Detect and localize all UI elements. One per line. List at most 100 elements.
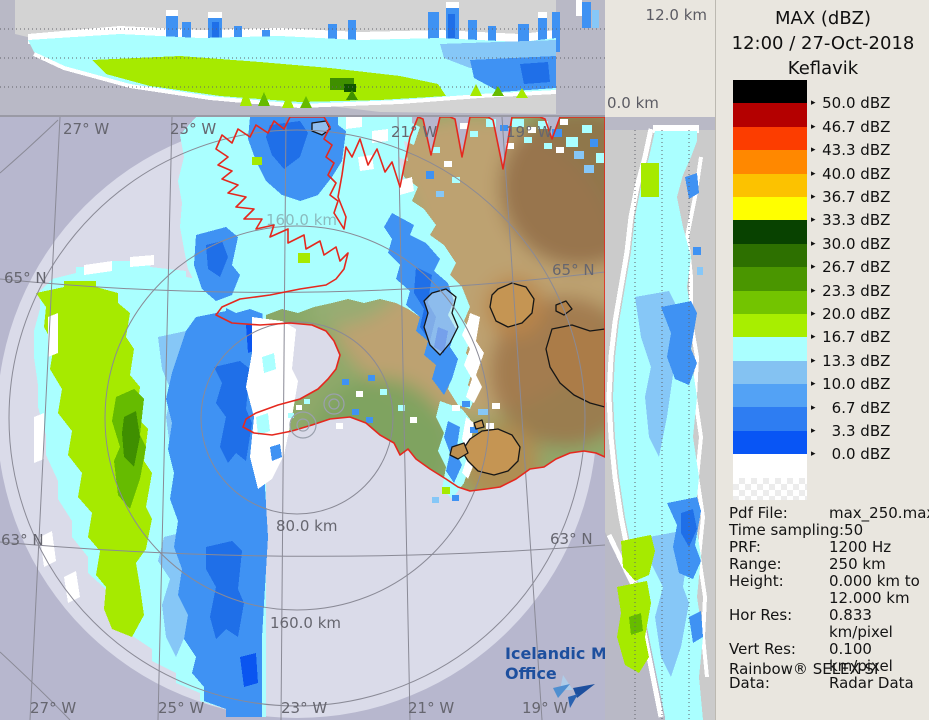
tick-arrow-icon: ▸ bbox=[811, 332, 816, 343]
metadata-row: Height: 0.000 km to bbox=[729, 573, 924, 590]
tick-arrow-icon: ▸ bbox=[811, 285, 816, 296]
colorbar-swatch bbox=[733, 407, 807, 431]
lat-label: 63° N bbox=[1, 531, 44, 549]
tick-arrow-icon: ▸ bbox=[811, 121, 816, 132]
colorbar-label: ▸ 16.7 dBZ bbox=[811, 328, 891, 347]
imo-logo-text-2: Office bbox=[505, 664, 557, 683]
colorbar-label: ▸ 10.0 dBZ bbox=[811, 375, 891, 394]
metadata-label: Hor Res: bbox=[729, 606, 793, 624]
imo-logo-text-1: Icelandic Met bbox=[505, 644, 605, 663]
lat-label: 65° N bbox=[4, 269, 47, 287]
colorbar-swatch bbox=[733, 337, 807, 361]
tick-arrow-icon: ▸ bbox=[811, 168, 816, 179]
metadata-row: Time sampling: 50 bbox=[729, 522, 924, 539]
tick-arrow-icon: ▸ bbox=[811, 98, 816, 109]
lon-label: 25° W bbox=[158, 699, 204, 717]
lon-label: 27° W bbox=[30, 699, 76, 717]
legend-panel: MAX (dBZ) 12:00 / 27-Oct-2018 Keflavik ▸… bbox=[715, 0, 929, 720]
colorbar-below-threshold bbox=[733, 454, 807, 479]
lon-label: 27° W bbox=[63, 120, 109, 138]
colorbar-swatch bbox=[733, 220, 807, 244]
colorbar-swatch bbox=[733, 150, 807, 174]
tick-arrow-icon: ▸ bbox=[811, 355, 816, 366]
metadata-label: Time sampling: bbox=[729, 521, 845, 539]
colorbar-swatch bbox=[733, 313, 807, 338]
colorbar-label: ▸ 33.3 dBZ bbox=[811, 211, 891, 230]
colorbar-swatch bbox=[733, 173, 807, 197]
colorbar-swatch bbox=[733, 126, 807, 151]
metadata-row: 12.000 km bbox=[729, 590, 924, 607]
radar-app-window: 12.0 km 0.0 km 27° W 25° W 21° W 19° W 2… bbox=[0, 0, 929, 720]
metadata-value: 0.833 km/pixel bbox=[829, 606, 893, 641]
colorbar-label: ▸ 43.3 dBZ bbox=[811, 141, 891, 160]
colorbar-label: ▸ 13.3 dBZ bbox=[811, 351, 891, 370]
colorbar-swatch bbox=[733, 290, 807, 314]
tick-arrow-icon: ▸ bbox=[811, 262, 816, 273]
metadata-value: 1200 Hz bbox=[829, 538, 892, 556]
metadata-value: 12.000 km bbox=[829, 589, 910, 607]
metadata-label: PRF: bbox=[729, 538, 761, 556]
software-brand: Rainbow® SELEX-SI bbox=[729, 660, 879, 678]
colorbar-label: ▸ 26.7 dBZ bbox=[811, 258, 891, 277]
colorbar-swatch bbox=[733, 243, 807, 268]
product-title: MAX (dBZ) bbox=[774, 8, 872, 29]
tick-arrow-icon: ▸ bbox=[811, 379, 816, 390]
colorbar-swatch bbox=[733, 196, 807, 221]
lon-label: 19° W bbox=[522, 699, 568, 717]
lon-label: 25° W bbox=[170, 120, 216, 138]
colorbar-swatch bbox=[733, 384, 807, 408]
tick-arrow-icon: ▸ bbox=[811, 238, 816, 249]
colorbar-swatch bbox=[733, 80, 807, 104]
colorbar-swatch bbox=[733, 267, 807, 291]
metadata-row: Range: 250 km bbox=[729, 556, 924, 573]
metadata-label: Pdf File: bbox=[729, 504, 788, 522]
axis-top-label: 12.0 km bbox=[645, 6, 707, 24]
metadata-value: 0.000 km to bbox=[829, 572, 920, 590]
tick-arrow-icon: ▸ bbox=[811, 215, 816, 226]
station-name: Keflavik bbox=[787, 58, 859, 79]
tick-arrow-icon: ▸ bbox=[811, 402, 816, 413]
lon-label: 21° W bbox=[391, 123, 437, 141]
metadata-row: Pdf File: max_250.max bbox=[729, 504, 929, 522]
colorbar-swatch bbox=[733, 103, 807, 127]
legend-title-block: MAX (dBZ) 12:00 / 27-Oct-2018 Keflavik bbox=[716, 6, 929, 81]
metadata-row: PRF: 1200 Hz bbox=[729, 539, 924, 556]
colorbar-label: ▸ 0.0 dBZ bbox=[811, 445, 891, 464]
range-ring-label: 80.0 km bbox=[276, 517, 337, 535]
side-cross-section-panel bbox=[605, 117, 715, 720]
lon-label: 23° W bbox=[281, 699, 327, 717]
colorbar-label: ▸ 6.7 dBZ bbox=[811, 398, 891, 417]
colorbar-transparency-checker bbox=[733, 478, 807, 501]
range-ring-label: 160.0 km bbox=[270, 614, 341, 632]
tick-arrow-icon: ▸ bbox=[811, 449, 816, 460]
lat-label: 65° N bbox=[552, 261, 595, 279]
radar-map: 27° W 25° W 21° W 19° W 27° W 25° W 23° … bbox=[0, 117, 605, 720]
colorbar-label: ▸ 23.3 dBZ bbox=[811, 281, 891, 300]
colorbar-label: ▸ 3.3 dBZ bbox=[811, 422, 891, 440]
timestamp: 12:00 / 27-Oct-2018 bbox=[731, 33, 915, 54]
colorbar-label: ▸ 40.0 dBZ bbox=[811, 164, 891, 183]
colorbar-label: ▸ 36.7 dBZ bbox=[811, 188, 891, 206]
metadata-row: Hor Res: 0.833 km/pixel bbox=[729, 607, 924, 641]
colorbar-label: ▸ 30.0 dBZ bbox=[811, 234, 891, 253]
lon-label: 19° W bbox=[506, 123, 552, 141]
metadata-value: 50 bbox=[844, 521, 864, 539]
colorbar-label: ▸ 20.0 dBZ bbox=[811, 305, 891, 323]
lat-label: 63° N bbox=[550, 530, 593, 548]
range-ring-label: 160.0 km bbox=[266, 211, 337, 229]
lon-label: 21° W bbox=[408, 699, 454, 717]
metadata-value: 250 km bbox=[829, 555, 886, 573]
metadata-label bbox=[729, 590, 829, 607]
tick-arrow-icon: ▸ bbox=[811, 192, 816, 202]
axis-origin-label: 0.0 km bbox=[607, 94, 659, 112]
metadata-label: Range: bbox=[729, 555, 782, 573]
tick-arrow-icon: ▸ bbox=[811, 309, 816, 319]
colorbar-label: ▸ 50.0 dBZ bbox=[811, 94, 891, 113]
height-axis-box: 12.0 km 0.0 km bbox=[605, 0, 715, 117]
tick-arrow-icon: ▸ bbox=[811, 145, 816, 156]
tick-arrow-icon: ▸ bbox=[811, 426, 816, 436]
metadata-value: max_250.max bbox=[829, 504, 929, 522]
colorbar-swatch bbox=[733, 360, 807, 385]
dbz-colorbar bbox=[733, 80, 807, 501]
colorbar-label: ▸ 46.7 dBZ bbox=[811, 117, 891, 136]
